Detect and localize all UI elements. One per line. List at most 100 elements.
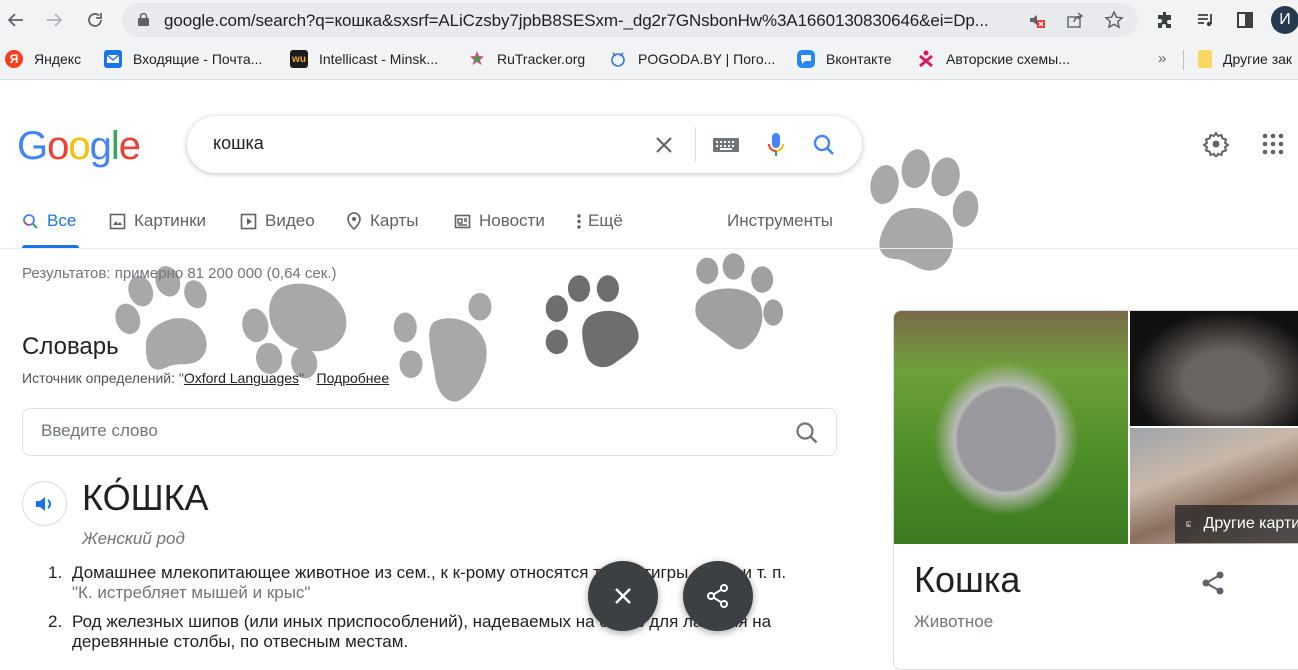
search-query[interactable]: кошка — [213, 133, 264, 154]
bookmarks-overflow-button[interactable]: » — [1158, 50, 1166, 67]
bookmark-mail[interactable]: Входящие - Почта... — [104, 50, 262, 68]
gear-icon — [1203, 131, 1229, 157]
bookmark-label: RuTracker.org — [497, 51, 586, 67]
speaker-icon — [35, 496, 51, 511]
bookmark-label: POGODA.BY | Пого... — [638, 51, 776, 67]
close-fab-button[interactable] — [588, 561, 658, 631]
clear-search-button[interactable] — [649, 130, 679, 160]
tab-label: Все — [47, 211, 77, 230]
vk-icon — [797, 50, 815, 68]
tab-maps[interactable]: Карты — [346, 211, 418, 231]
word-lookup-field[interactable] — [22, 408, 837, 456]
tools-label: Инструменты — [727, 211, 834, 230]
share-fab-button[interactable] — [683, 561, 753, 631]
bookmark-other-folder[interactable]: Другие зак — [1198, 50, 1292, 68]
map-pin-icon — [347, 212, 361, 230]
close-icon — [656, 137, 672, 153]
side-panel-icon[interactable] — [1233, 8, 1257, 32]
apps-button[interactable] — [1258, 129, 1288, 159]
bookmarks-divider — [1183, 50, 1184, 70]
back-icon — [7, 13, 23, 27]
result-stats: Результатов: примерно 81 200 000 (0,64 с… — [22, 265, 337, 282]
bookmark-rutracker[interactable]: RuTracker.org — [468, 50, 585, 68]
blocked-sound-icon[interactable] — [1026, 9, 1048, 31]
entity-subtitle: Животное — [914, 612, 994, 631]
profile-avatar[interactable]: И — [1271, 6, 1298, 34]
bookmark-schemes[interactable]: Авторские схемы... — [917, 50, 1070, 68]
bookmarks-bar: Я Яндекс Входящие - Почта... wu Intellic… — [0, 40, 1298, 80]
cat-image-2[interactable] — [1130, 311, 1298, 426]
cat-image-main[interactable] — [894, 311, 1128, 544]
paw-print-icon — [545, 275, 639, 368]
search-tabs: Все Картинки Видео Карты Новости Ещё Инс… — [0, 205, 1298, 249]
search-icon[interactable] — [793, 419, 821, 447]
entity-title: Кошка — [914, 559, 1021, 600]
tab-all[interactable]: Все — [22, 211, 76, 231]
more-images-button[interactable]: Другие картинки — [1175, 505, 1298, 543]
bookmark-label: Intellicast - Minsk... — [319, 51, 439, 67]
reload-button[interactable] — [81, 6, 109, 34]
pronunciation-button[interactable] — [22, 481, 67, 526]
more-link[interactable]: Подробнее — [317, 370, 390, 386]
search-icon — [23, 213, 38, 229]
rutracker-icon — [468, 50, 486, 68]
bookmark-label: Входящие - Почта... — [133, 51, 263, 67]
address-bar[interactable]: google.com/search?q=кошка&sxsrf=ALiCzsby… — [122, 3, 1138, 37]
bookmark-label: Вконтакте — [826, 51, 892, 67]
search-box[interactable]: кошка — [187, 116, 862, 173]
search-divider — [695, 127, 696, 162]
forward-icon — [47, 13, 63, 27]
pogoda-icon — [609, 50, 627, 68]
tab-images[interactable]: Картинки — [109, 211, 206, 231]
tab-label: Картинки — [134, 211, 207, 230]
folder-icon — [1198, 50, 1212, 68]
tab-label: Карты — [370, 211, 419, 230]
apps-grid-icon — [1262, 133, 1284, 155]
tools-button[interactable]: Инструменты — [727, 211, 833, 231]
share-icon[interactable] — [1200, 569, 1228, 597]
bookmark-label: Авторские схемы... — [946, 51, 1070, 67]
active-tab-indicator — [22, 245, 79, 248]
tab-label: Новости — [479, 211, 545, 230]
share-page-icon[interactable] — [1064, 9, 1086, 31]
media-icon[interactable] — [1194, 8, 1218, 32]
definition-number: 1. — [48, 563, 63, 582]
dictionary-source: Источник определений: "Oxford Languages"… — [22, 370, 389, 386]
search-submit-button[interactable] — [809, 130, 839, 160]
tab-label: Видео — [265, 211, 315, 230]
grammatical-gender: Женский род — [82, 529, 185, 548]
tab-more[interactable]: Ещё — [576, 211, 623, 231]
headword: КО́ШКА — [82, 477, 209, 518]
more-vert-icon — [577, 213, 581, 229]
settings-button[interactable] — [1201, 129, 1231, 159]
voice-search-button[interactable] — [761, 130, 791, 160]
bookmark-intellicast[interactable]: wu Intellicast - Minsk... — [290, 50, 438, 68]
keyboard-button[interactable] — [711, 130, 741, 160]
bookmark-star-icon[interactable] — [1103, 9, 1125, 31]
lock-icon — [138, 13, 149, 26]
dictionary-title: Словарь — [22, 333, 119, 360]
more-images-label: Другие картинки — [1203, 515, 1298, 532]
reload-icon — [88, 13, 102, 27]
oxford-languages-link[interactable]: Oxford Languages — [184, 370, 299, 386]
keyboard-icon — [713, 138, 739, 152]
source-prefix: Источник определений: " — [22, 370, 184, 386]
url-text[interactable]: google.com/search?q=кошка&sxsrf=ALiCzsby… — [164, 11, 989, 31]
yandex-icon: Я — [5, 50, 23, 68]
browser-toolbar: google.com/search?q=кошка&sxsrf=ALiCzsby… — [0, 0, 1298, 40]
forward-button[interactable] — [40, 6, 68, 34]
extensions-icon[interactable] — [1153, 8, 1177, 32]
bookmark-vk[interactable]: Вконтакте — [797, 50, 892, 68]
search-results-page: Google кошка Все Картинки Видео Карты Но… — [0, 81, 1298, 670]
tab-news[interactable]: Новости — [454, 211, 545, 231]
knowledge-panel: Другие картинки Кошка Животное — [893, 310, 1298, 670]
source-separator: · — [304, 370, 317, 386]
tab-video[interactable]: Видео — [240, 211, 315, 231]
news-icon — [454, 214, 471, 228]
image-icon — [109, 213, 126, 229]
bookmark-yandex[interactable]: Я Яндекс — [5, 50, 81, 68]
bookmark-pogoda[interactable]: POGODA.BY | Пого... — [609, 50, 775, 68]
word-lookup-input[interactable] — [41, 421, 761, 441]
back-button[interactable] — [2, 6, 30, 34]
google-logo[interactable]: Google — [17, 124, 141, 169]
